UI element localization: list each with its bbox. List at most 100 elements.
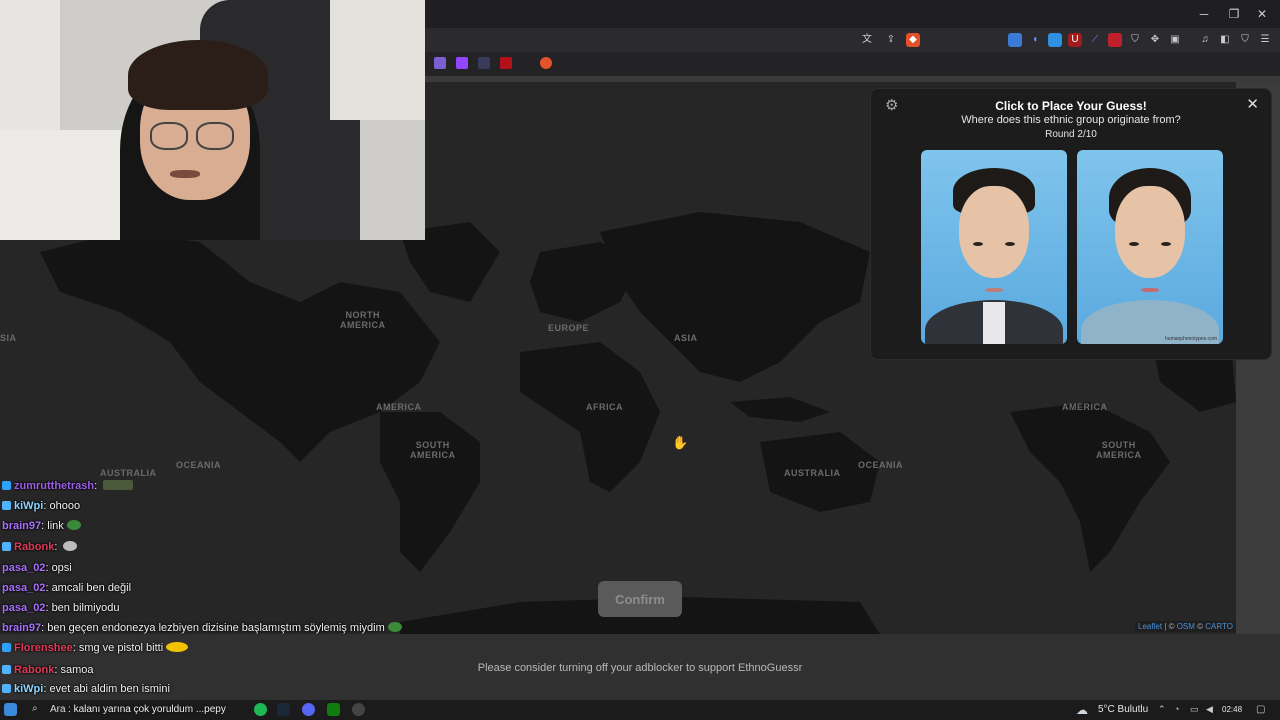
chat-message: kiWpi: ohooo bbox=[2, 500, 80, 512]
chat-message: zumrutthetrash: bbox=[2, 480, 134, 492]
chat-text: samoa bbox=[60, 664, 94, 676]
chat-text: evet abi aldim ben ismini bbox=[49, 683, 170, 695]
chat-text: ben bilmiyodu bbox=[51, 602, 120, 614]
notification-icon[interactable]: ▢ bbox=[1256, 704, 1265, 715]
steam-icon[interactable] bbox=[277, 703, 290, 716]
map-label-africa: AFRICA bbox=[586, 402, 623, 412]
chat-message: Rabonk: bbox=[2, 541, 78, 553]
start-icon[interactable] bbox=[4, 703, 17, 716]
chat-text: opsi bbox=[51, 562, 72, 574]
screenshot-icon[interactable]: ▣ bbox=[1168, 33, 1182, 47]
restore-button[interactable]: ❐ bbox=[1226, 6, 1242, 22]
taskbar-search-icon[interactable]: ⌕ bbox=[32, 703, 38, 714]
extension-icon[interactable]: ⟋ bbox=[1088, 33, 1102, 47]
bookmark-icon[interactable] bbox=[500, 57, 512, 69]
attribution-separator: © bbox=[1194, 622, 1206, 631]
chat-username[interactable]: Rabonk bbox=[14, 541, 54, 553]
webcam-overlay bbox=[0, 0, 425, 240]
confirm-button[interactable]: Confirm bbox=[598, 581, 682, 617]
attribution-separator: | © bbox=[1162, 622, 1177, 631]
display-icon[interactable]: ▭ bbox=[1190, 704, 1199, 715]
chat-message: brain97: link bbox=[2, 520, 81, 532]
bookmarks-bar bbox=[425, 52, 1280, 76]
map-attribution: Leaflet | © OSM © CARTO bbox=[1135, 621, 1236, 632]
hand-cursor-icon: ✋ bbox=[672, 435, 689, 450]
africa-shape bbox=[520, 342, 660, 492]
bookmark-icon[interactable] bbox=[478, 57, 490, 69]
map-label-asia: ASIA bbox=[674, 333, 698, 343]
chat-text: kalanı yarına çok yoruldum ...pepy bbox=[73, 704, 226, 715]
brave-shield-icon[interactable]: ◆ bbox=[906, 33, 920, 47]
share-icon[interactable]: ⇪ bbox=[884, 33, 898, 47]
chat-username[interactable]: Rabonk bbox=[14, 664, 54, 676]
app-icon[interactable] bbox=[352, 703, 365, 716]
leaflet-link[interactable]: Leaflet bbox=[1138, 622, 1162, 631]
map-label-america-right: AMERICA bbox=[1062, 402, 1108, 412]
chat-username[interactable]: pasa_02 bbox=[2, 582, 45, 594]
asia-shape bbox=[600, 212, 870, 382]
translate-icon[interactable]: 文 bbox=[860, 33, 874, 47]
spotify-icon[interactable] bbox=[254, 703, 267, 716]
chat-username[interactable]: kiWpi bbox=[14, 500, 43, 512]
xbox-icon[interactable] bbox=[327, 703, 340, 716]
twitch-bookmark-icon[interactable] bbox=[456, 57, 468, 69]
volume-icon[interactable]: ◀ bbox=[1206, 704, 1213, 715]
extension-icon[interactable] bbox=[1108, 33, 1122, 47]
close-window-button[interactable]: ✕ bbox=[1254, 6, 1270, 22]
weather-status[interactable]: 5°C Bulutlu bbox=[1098, 704, 1148, 715]
carto-link[interactable]: CARTO bbox=[1205, 622, 1233, 631]
chat-message: kiWpi: evet abi aldim ben ismini bbox=[2, 683, 170, 695]
chat-username[interactable]: kiWpi bbox=[14, 683, 43, 695]
chat-username[interactable]: brain97 bbox=[2, 520, 41, 532]
discord-icon[interactable] bbox=[302, 703, 315, 716]
photo-watermark: humanphenotypes.com bbox=[1009, 336, 1061, 342]
map-label-australia: AUSTRALIA bbox=[784, 468, 841, 478]
chat-username[interactable]: pasa_02 bbox=[2, 602, 45, 614]
music-icon[interactable]: ♫ bbox=[1198, 33, 1212, 47]
chat-text: ben geçen endonezya lezbiyen dizisine ba… bbox=[47, 622, 385, 634]
chat-username[interactable]: brain97 bbox=[2, 622, 41, 634]
phenotype-photo-male: humanphenotypes.com bbox=[921, 150, 1067, 344]
menu-icon[interactable]: ☰ bbox=[1258, 33, 1272, 47]
taskbar-search[interactable]: Ara bbox=[50, 704, 66, 715]
network-icon[interactable]: ◔ bbox=[1174, 704, 1179, 714]
map-label-oceania: OCEANIA bbox=[858, 460, 904, 470]
extension-icon[interactable] bbox=[1048, 33, 1062, 47]
round-indicator: Round 2/10 bbox=[1045, 129, 1097, 140]
panel-title: Click to Place Your Guess! bbox=[995, 99, 1147, 113]
indonesia-shape bbox=[730, 397, 830, 422]
chat-username[interactable]: Florenshee bbox=[14, 642, 73, 654]
map-label-america: AMERICA bbox=[376, 402, 422, 412]
tray-chevron-icon[interactable]: ⌃ bbox=[1158, 704, 1166, 715]
sidebar-icon[interactable]: ◧ bbox=[1218, 33, 1232, 47]
audio-extension-icon[interactable]: ◖ bbox=[1028, 33, 1042, 47]
map-label-europe: EUROPE bbox=[548, 323, 590, 333]
chat-message: pasa_02: opsi bbox=[2, 562, 72, 574]
ublock-icon[interactable]: U bbox=[1068, 33, 1082, 47]
phenotype-photo-female: humanphenotypes.com bbox=[1077, 150, 1223, 344]
panel-question: Where does this ethnic group originate f… bbox=[961, 114, 1181, 126]
chat-text: link bbox=[47, 520, 64, 532]
shield-icon[interactable]: ⛉ bbox=[1128, 33, 1142, 47]
weather-icon[interactable]: ☁ bbox=[1076, 703, 1088, 717]
minimize-button[interactable]: ─ bbox=[1196, 6, 1212, 22]
chat-username[interactable]: pasa_02 bbox=[2, 562, 45, 574]
chat-message-overlay: : kalanı yarına çok yoruldum ...pepy bbox=[68, 704, 226, 715]
chat-message: Rabonk: samoa bbox=[2, 664, 94, 676]
chat-message: brain97: ben geçen endonezya lezbiyen di… bbox=[2, 622, 402, 634]
map-label-asia-left: SIA bbox=[0, 333, 17, 343]
osm-link[interactable]: OSM bbox=[1177, 622, 1195, 631]
bookmark-icon[interactable] bbox=[434, 57, 446, 69]
vpn-icon[interactable]: ⛉ bbox=[1238, 33, 1252, 47]
chat-username[interactable]: zumrutthetrash bbox=[14, 480, 94, 492]
photo-watermark: humanphenotypes.com bbox=[1165, 336, 1217, 342]
south-america-repeat-shape bbox=[1010, 402, 1170, 572]
taskbar-clock[interactable]: 02:48 bbox=[1222, 705, 1242, 714]
map-label-south-america-right: SOUTH AMERICA bbox=[1096, 440, 1142, 460]
chat-message: pasa_02: ben bilmiyodu bbox=[2, 602, 120, 614]
map-label-south-america: SOUTH AMERICA bbox=[410, 440, 456, 460]
extension-icon[interactable] bbox=[1008, 33, 1022, 47]
chat-message: Florenshee: smg ve pistol bitti bbox=[2, 642, 189, 654]
puzzle-icon[interactable]: ✥ bbox=[1148, 33, 1162, 47]
bookmark-icon[interactable] bbox=[540, 57, 552, 69]
